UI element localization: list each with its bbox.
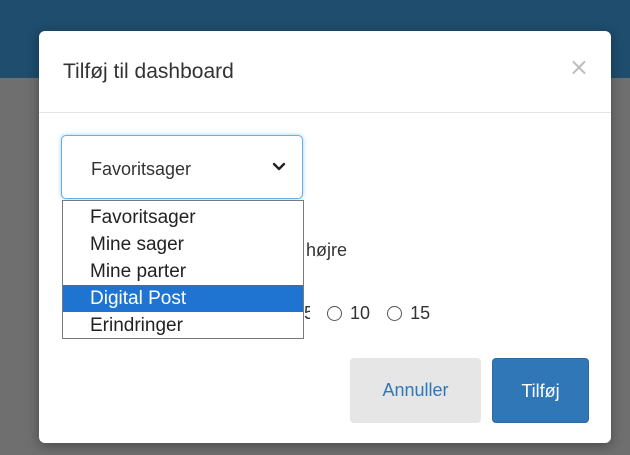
count-option-label-partial: 5 — [304, 303, 310, 323]
add-button[interactable]: Tilføj — [492, 358, 589, 423]
position-label: højre — [306, 240, 348, 260]
dialog-header: Tilføj til dashboard × — [39, 31, 611, 113]
dropdown-option-mine-parter[interactable]: Mine parter — [63, 258, 303, 285]
count-radio-group: 5 10 15 — [304, 301, 430, 325]
dropdown-option-mine-sager[interactable]: Mine sager — [63, 231, 303, 258]
chevron-down-icon — [272, 162, 286, 171]
close-icon[interactable]: × — [569, 55, 589, 79]
dropdown-option-digital-post[interactable]: Digital Post — [63, 285, 303, 312]
add-to-dashboard-dialog: Tilføj til dashboard × Favoritsager højr… — [39, 31, 611, 443]
count-option-label: 15 — [410, 303, 431, 323]
cancel-button[interactable]: Annuller — [350, 358, 481, 423]
dialog-title: Tilføj til dashboard — [63, 60, 234, 83]
count-radio-15[interactable] — [387, 306, 403, 321]
widget-type-select[interactable]: Favoritsager — [61, 135, 303, 199]
select-value: Favoritsager — [91, 159, 192, 179]
count-option-label: 10 — [350, 303, 371, 323]
widget-type-dropdown-list: Favoritsager Mine sager Mine parter Digi… — [62, 200, 304, 339]
count-radio-10[interactable] — [327, 306, 343, 321]
dropdown-option-favoritsager[interactable]: Favoritsager — [63, 204, 303, 231]
dropdown-option-erindringer[interactable]: Erindringer — [63, 312, 303, 339]
